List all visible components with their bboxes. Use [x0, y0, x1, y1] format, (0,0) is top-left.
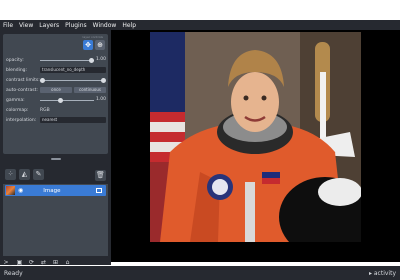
gamma-value: 1.00 — [95, 97, 106, 102]
interpolation-label: interpolation: — [6, 117, 37, 123]
status-bar: Ready ▸ activity — [0, 266, 400, 280]
layer-controls-panel: layer controls ✥ ⊕ opacity: 1.00 blendin… — [3, 34, 108, 154]
menu-window[interactable]: Window — [93, 22, 117, 29]
layer-buttons: ⁘ ◭ ✎ 🗑 — [3, 168, 108, 181]
viewer-canvas[interactable] — [111, 30, 400, 262]
shapes-icon[interactable]: ◭ — [19, 168, 30, 180]
contrast-high-knob[interactable] — [101, 77, 106, 83]
layer-thumbnail — [6, 186, 15, 195]
layer-list: ◉ Image — [3, 184, 108, 256]
colormap-row: colormap: RGB — [6, 106, 106, 114]
layer-row-image[interactable]: ◉ Image — [5, 185, 106, 196]
transform-icon[interactable]: ⊕ — [95, 40, 105, 50]
menu-help[interactable]: Help — [122, 22, 136, 29]
labels-icon[interactable]: ✎ — [33, 168, 44, 180]
layer-name[interactable]: Image — [43, 188, 96, 194]
points-icon[interactable]: ⁘ — [5, 168, 16, 180]
menu-bar: File View Layers Plugins Window Help — [0, 20, 400, 30]
menu-view[interactable]: View — [19, 22, 33, 29]
trash-icon[interactable]: 🗑 — [95, 170, 106, 181]
layer-list-panel: ⁘ ◭ ✎ 🗑 ◉ Image — [3, 166, 108, 258]
pan-zoom-icon[interactable]: ✥ — [83, 40, 93, 50]
contrast-low-knob[interactable] — [40, 77, 45, 83]
gamma-row: gamma: 1.00 — [6, 96, 106, 104]
opacity-knob[interactable] — [89, 57, 94, 63]
auto-contrast-label: auto-contrast: — [6, 87, 38, 93]
interpolation-row: interpolation: nearest — [6, 116, 106, 124]
blending-label: blending: — [6, 67, 28, 73]
panel-splitter[interactable] — [3, 157, 108, 161]
auto-contrast-row: auto-contrast: once continuous — [6, 86, 106, 94]
left-sidebar: layer controls ✥ ⊕ opacity: 1.00 blendin… — [0, 30, 111, 266]
opacity-value: 1.00 — [95, 57, 106, 62]
gamma-slider[interactable]: 1.00 — [40, 96, 106, 104]
blending-row: blending: translucent_no_depth — [6, 66, 106, 74]
layer-controls-hint: layer controls — [82, 35, 103, 39]
astronaut-photo-graphic — [150, 32, 361, 242]
blending-select[interactable]: translucent_no_depth — [40, 67, 106, 73]
opacity-row: opacity: 1.00 — [6, 56, 106, 64]
colormap-value: RGB — [40, 107, 50, 113]
status-text: Ready — [4, 269, 23, 277]
eye-icon[interactable]: ◉ — [18, 187, 23, 194]
menu-plugins[interactable]: Plugins — [65, 22, 87, 29]
contrast-label: contrast limits: — [6, 77, 40, 83]
contrast-range-slider[interactable] — [40, 76, 106, 84]
gamma-label: gamma: — [6, 97, 25, 103]
image-type-icon — [96, 188, 102, 193]
opacity-slider[interactable]: 1.00 — [40, 56, 106, 64]
colormap-label: colormap: — [6, 107, 29, 113]
auto-contrast-continuous-button[interactable]: continuous — [74, 87, 106, 93]
interpolation-select[interactable]: nearest — [40, 117, 106, 123]
activity-toggle[interactable]: ▸ activity — [369, 270, 396, 277]
auto-contrast-once-button[interactable]: once — [40, 87, 72, 93]
gamma-knob[interactable] — [58, 97, 63, 103]
menu-layers[interactable]: Layers — [39, 22, 59, 29]
napari-window: File View Layers Plugins Window Help lay… — [0, 20, 400, 280]
contrast-row: contrast limits: — [6, 76, 106, 84]
opacity-label: opacity: — [6, 57, 24, 63]
menu-file[interactable]: File — [3, 22, 13, 29]
astronaut-image — [150, 32, 361, 242]
